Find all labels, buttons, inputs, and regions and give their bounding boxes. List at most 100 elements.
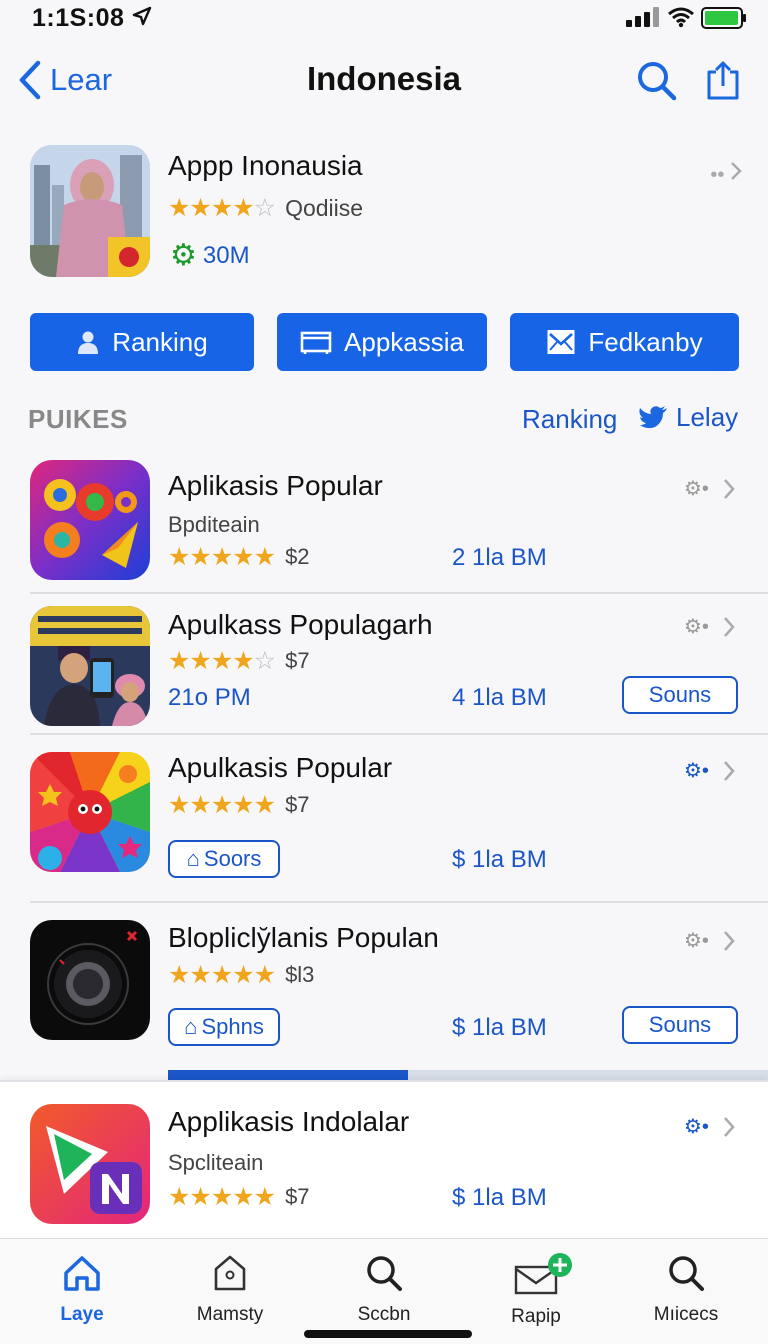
soors-button[interactable]: ⌂ Soors xyxy=(168,840,280,878)
app-icon-game xyxy=(30,752,150,872)
gear-icon: ⚙• xyxy=(684,478,709,500)
app-subtitle: Spcliteain xyxy=(168,1150,264,1175)
featured-size: ⚙ 30M xyxy=(170,241,250,271)
row-chevron[interactable]: ⚙• xyxy=(684,1114,735,1139)
row-chevron[interactable]: ⚙• xyxy=(684,476,735,501)
app-price: $l3 xyxy=(285,962,315,987)
list-item[interactable]: Aplikasis Popular Bpditeain ★★★★★ $2 2 1… xyxy=(0,458,768,593)
sphns-label: Sphns xyxy=(201,1014,264,1039)
tab-bar: Laye Mamsty Sccbn Rapip Mıicecs xyxy=(0,1238,768,1344)
app-name: Apulkass Populagarh xyxy=(168,609,433,640)
app-name: Apulkasis Popular xyxy=(168,752,393,783)
house-pin-icon xyxy=(214,1255,246,1291)
divider xyxy=(30,592,768,594)
souns-button[interactable]: Souns xyxy=(622,676,738,714)
home-icon xyxy=(64,1256,100,1291)
search-icon[interactable] xyxy=(636,60,678,102)
tab-label: Sccbn xyxy=(357,1304,411,1325)
tab-label: Laye xyxy=(60,1304,104,1325)
app-time: 21o PM xyxy=(168,684,251,711)
app-name: Applikasis Indolalar xyxy=(168,1106,410,1137)
app-rating: ★★★★☆ $7 xyxy=(168,646,310,676)
appkassia-button[interactable]: Appkassia xyxy=(277,313,487,371)
tab-micecs[interactable]: Mıicecs xyxy=(626,1253,746,1326)
action-buttons: Ranking Appkassia Fedkanby xyxy=(30,313,740,371)
app-price: $2 xyxy=(285,544,310,569)
chevron-right-icon xyxy=(724,478,735,499)
more-chevron[interactable]: •• xyxy=(710,161,742,187)
featured-app[interactable]: Appp Inonausia ★★★★☆ Qodiise ⚙ 30M •• xyxy=(30,145,750,280)
wifi-icon xyxy=(668,7,694,28)
star-rating: ★★★★☆ xyxy=(168,194,276,222)
tab-sccbn[interactable]: Sccbn xyxy=(324,1253,444,1326)
person-icon xyxy=(78,331,99,354)
chevron-right-icon xyxy=(724,930,735,951)
divider xyxy=(30,733,768,735)
tab-rapip[interactable]: Rapip xyxy=(476,1253,596,1328)
home-icon: ⌂ xyxy=(186,846,200,871)
gear-icon: ⚙• xyxy=(684,930,709,952)
location-arrow-icon xyxy=(132,6,152,26)
fedkanby-button[interactable]: Fedkanby xyxy=(510,313,739,371)
featured-subtitle: Qodiise xyxy=(285,194,364,221)
window-icon xyxy=(300,331,332,354)
soors-label: Soors xyxy=(203,846,262,871)
tab-label: Mamsty xyxy=(196,1304,264,1325)
share-icon[interactable] xyxy=(704,60,742,102)
search-icon xyxy=(669,1256,704,1291)
app-icon-people xyxy=(30,606,150,726)
gear-icon: ⚙ xyxy=(170,239,197,272)
appkassia-button-label: Appkassia xyxy=(344,326,464,357)
status-time: 1:1S:08 xyxy=(32,4,125,32)
tab-laye[interactable]: Laye xyxy=(22,1253,142,1326)
section-header: PUIKES Ranking Lelay xyxy=(28,402,740,438)
list-item[interactable]: Bloplicly̆lanis Populan ★★★★★ $l3 ⌂ Sphn… xyxy=(0,910,768,1070)
app-size: 2 1la BM xyxy=(452,544,547,571)
featured-size-value: 30M xyxy=(202,242,250,269)
app-name: Bloplicly̆lanis Populan xyxy=(168,922,439,953)
progress-strip xyxy=(168,1070,768,1080)
app-rating: ★★★★★ $l3 xyxy=(168,960,314,990)
ranking-button[interactable]: Ranking xyxy=(30,313,254,371)
mail-icon xyxy=(547,330,575,354)
divider xyxy=(30,901,768,903)
sphns-button[interactable]: ⌂ Sphns xyxy=(168,1008,280,1046)
mail-plus-icon xyxy=(514,1253,572,1295)
list-item-card[interactable]: Applikasis Indolalar Spcliteain ★★★★★ $7… xyxy=(0,1080,768,1238)
star-rating: ★★★★☆ xyxy=(168,647,276,675)
app-price: $7 xyxy=(285,648,310,673)
app-size: $ 1la BM xyxy=(452,1184,547,1211)
cellular-signal-icon xyxy=(626,7,659,27)
list-item[interactable]: Applikasis Indolalar Spcliteain ★★★★★ $7… xyxy=(0,1082,768,1238)
tab-label: Mıicecs xyxy=(653,1304,719,1325)
gear-icon: ⚙• xyxy=(684,1116,709,1138)
app-size: $ 1la BM xyxy=(452,846,547,873)
row-chevron[interactable]: ⚙• xyxy=(684,928,735,953)
ranking-link[interactable]: Ranking xyxy=(522,404,617,435)
app-rating: ★★★★★ $2 xyxy=(168,542,310,572)
list-item[interactable]: Apulkasis Popular ★★★★★ $7 ⌂ Soors $ 1la… xyxy=(0,742,768,902)
home-indicator[interactable] xyxy=(304,1330,472,1338)
star-rating: ★★★★★ xyxy=(168,791,276,819)
lelay-link-label: Lelay xyxy=(676,402,739,432)
lelay-link[interactable]: Lelay xyxy=(638,402,738,433)
row-chevron[interactable]: ⚙• xyxy=(684,758,735,783)
ranking-button-label: Ranking xyxy=(112,326,208,357)
featured-app-icon xyxy=(30,145,150,277)
navigation-bar: Lear Indonesia xyxy=(0,50,768,110)
row-chevron[interactable]: ⚙• xyxy=(684,614,735,639)
chevron-right-icon xyxy=(724,1116,735,1137)
star-rating: ★★★★★ xyxy=(168,543,276,571)
app-rating: ★★★★★ $7 xyxy=(168,1182,310,1212)
featured-app-name: Appp Inonausia xyxy=(168,150,363,181)
app-icon-dial xyxy=(30,920,150,1040)
souns-button[interactable]: Souns xyxy=(622,1006,738,1044)
app-subtitle: Bpditeain xyxy=(168,512,260,537)
app-rating: ★★★★★ $7 xyxy=(168,790,310,820)
app-size: 4 1la BM xyxy=(452,684,547,711)
fedkanby-button-label: Fedkanby xyxy=(588,326,703,357)
home-icon: ⌂ xyxy=(184,1014,198,1039)
list-item[interactable]: Apulkass Populagarh ★★★★☆ $7 21o PM 4 1l… xyxy=(0,600,768,734)
tab-mamsty[interactable]: Mamsty xyxy=(170,1253,290,1326)
chevron-right-icon xyxy=(731,162,742,180)
